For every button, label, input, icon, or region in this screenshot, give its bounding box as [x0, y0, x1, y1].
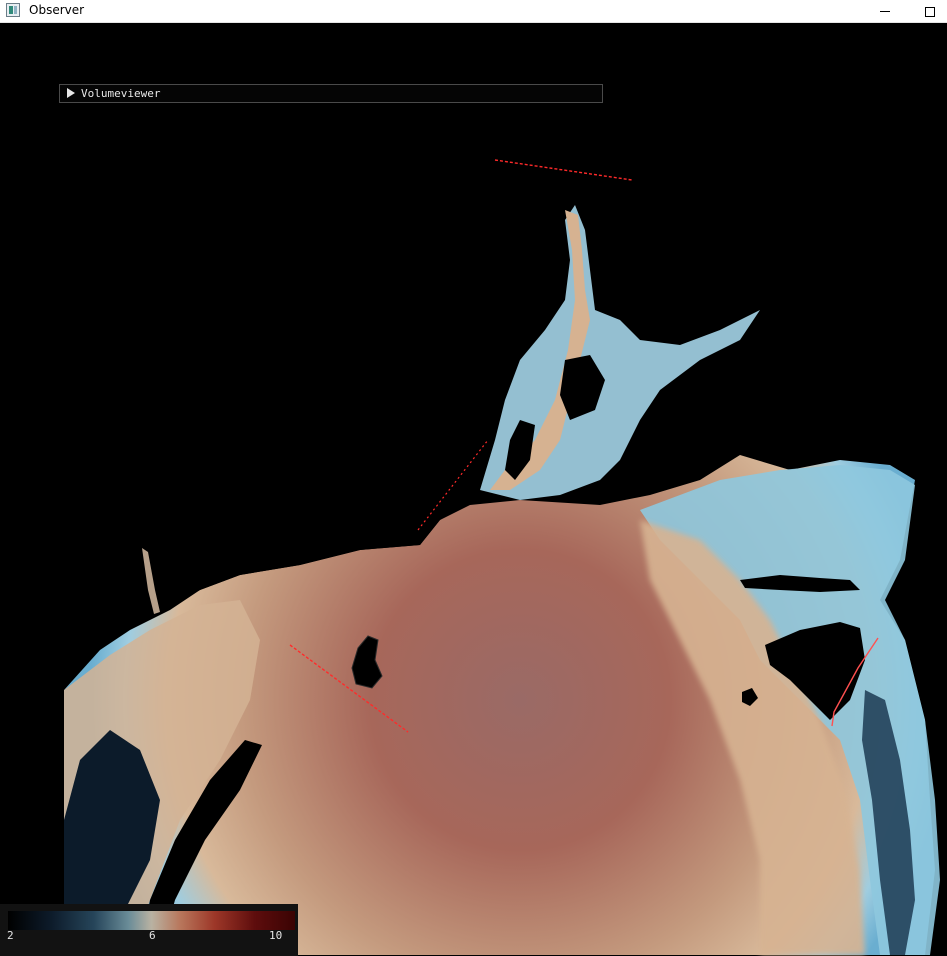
window-title: Observer [29, 3, 85, 17]
maximize-icon [925, 6, 935, 17]
colorbar-max-label: 10 [269, 929, 283, 942]
colorbar-mid-label: 6 [149, 929, 156, 942]
volumeviewer-panel-header[interactable]: Volumeviewer [59, 84, 603, 103]
colorbar-min-label: 2 [7, 929, 14, 942]
minimize-icon [880, 11, 890, 12]
panel-label: Volumeviewer [81, 87, 161, 100]
app-window-icon [6, 3, 20, 17]
minimize-button[interactable] [868, 0, 902, 23]
maximize-button[interactable] [913, 0, 947, 23]
bathymetry-map[interactable] [0, 24, 947, 956]
title-bar: Observer [0, 0, 947, 23]
volume-viewport[interactable] [0, 24, 947, 956]
colorbar-gradient [8, 911, 295, 930]
expand-arrow-icon[interactable] [67, 88, 75, 98]
